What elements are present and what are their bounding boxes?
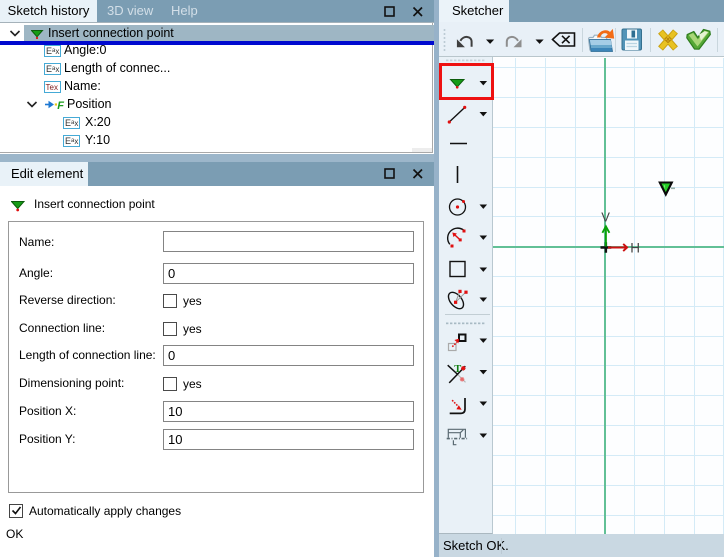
- svg-text:T: T: [454, 364, 461, 375]
- svg-text:F: F: [57, 100, 64, 111]
- svg-text:Tex: Tex: [46, 83, 58, 92]
- svg-text:H: H: [630, 241, 640, 256]
- svg-text:V: V: [601, 210, 610, 225]
